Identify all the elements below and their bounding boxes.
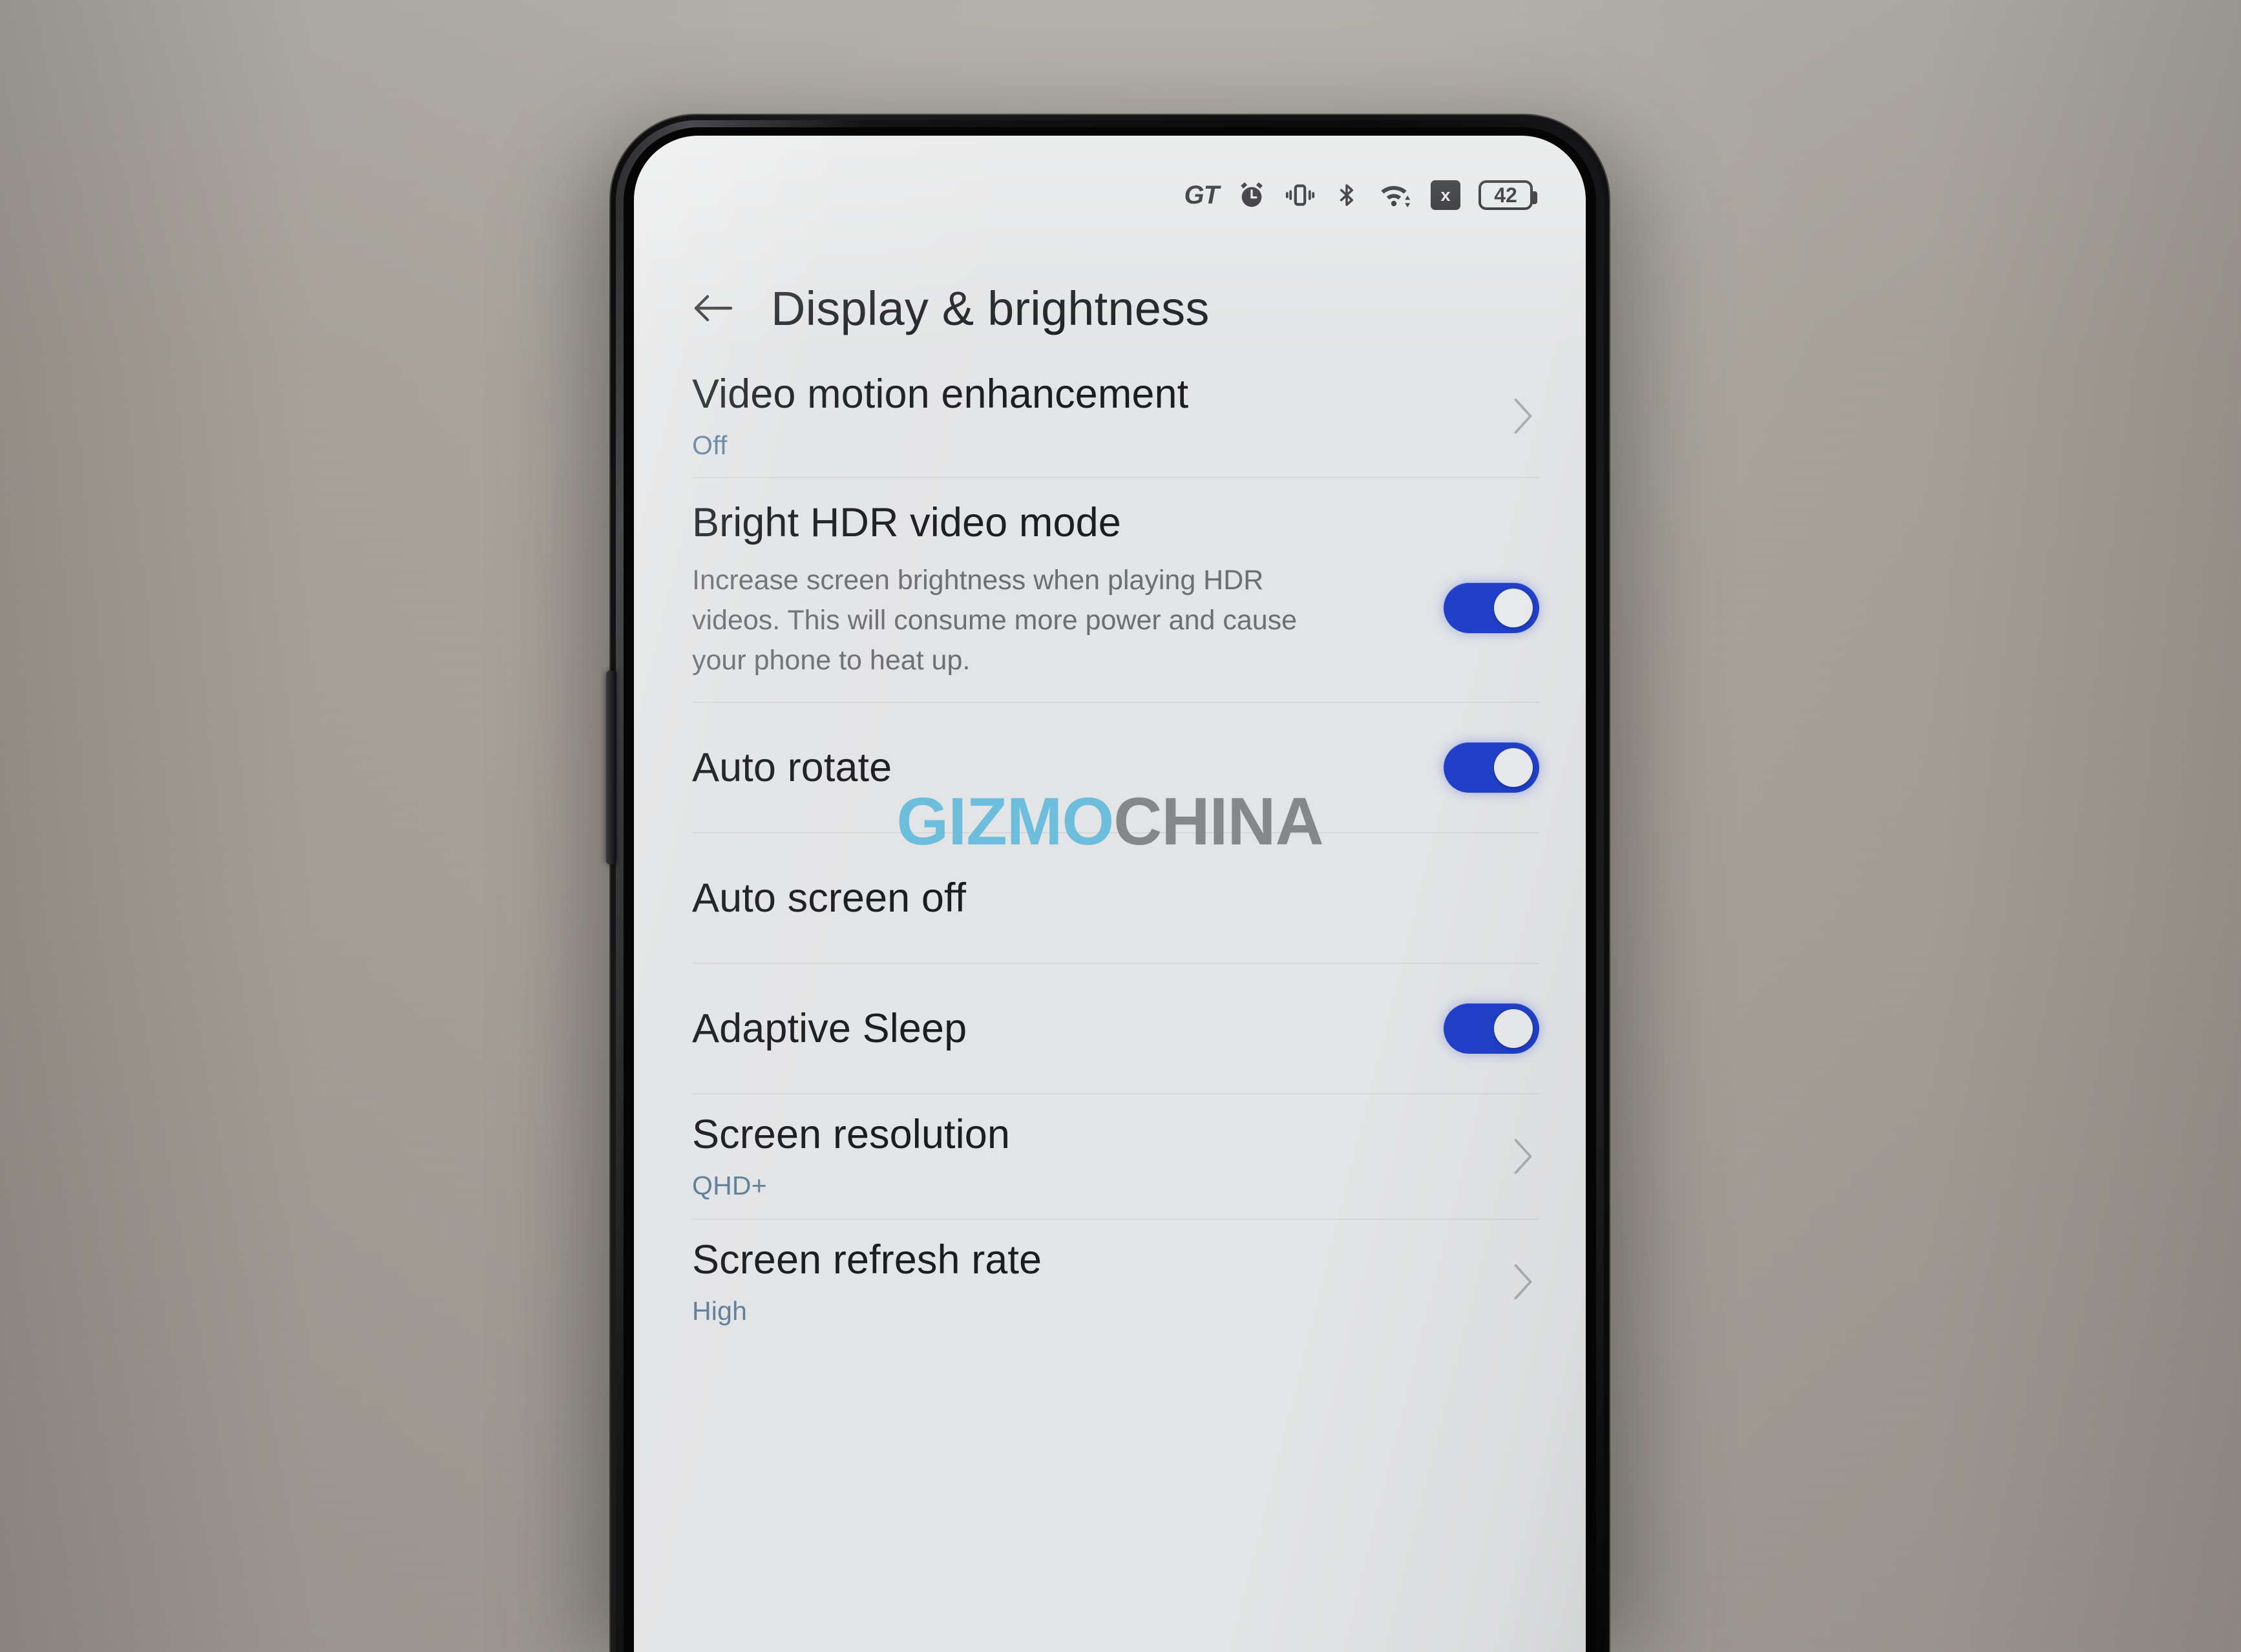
page-header: Display & brightness xyxy=(634,273,1586,344)
toggle-knob xyxy=(1494,748,1533,787)
toggle-bright-hdr-video-mode[interactable] xyxy=(1444,583,1539,633)
row-title: Auto screen off xyxy=(692,875,967,921)
row-subtitle: Off xyxy=(692,430,728,460)
setting-row-auto-screen-off[interactable]: Auto screen off xyxy=(634,833,1586,963)
row-text-block: Adaptive Sleep xyxy=(692,1006,967,1052)
row-text-block: Bright HDR video mode Increase screen br… xyxy=(692,500,1358,681)
page-title: Display & brightness xyxy=(771,281,1210,335)
setting-row-screen-refresh-rate[interactable]: Screen refresh rate High xyxy=(634,1220,1586,1344)
phone-screen: GT x 42 Display & brightness Video motio… xyxy=(634,136,1586,1652)
row-title: Auto rotate xyxy=(692,744,892,790)
row-text-block: Auto screen off xyxy=(692,875,966,921)
row-title: Screen refresh rate xyxy=(692,1237,1042,1283)
row-text-block: Auto rotate xyxy=(692,745,892,791)
row-title: Screen resolution xyxy=(692,1112,1010,1158)
wifi-icon xyxy=(1378,180,1413,211)
setting-row-auto-rotate[interactable]: Auto rotate xyxy=(634,703,1586,832)
row-subtitle: QHD+ xyxy=(692,1170,767,1200)
setting-row-video-motion-enhancement[interactable]: Video motion enhancement Off xyxy=(634,355,1586,477)
battery-level-text: 42 xyxy=(1494,183,1517,207)
power-button[interactable] xyxy=(606,671,616,864)
toggle-knob xyxy=(1494,1009,1533,1048)
row-subtitle: High xyxy=(692,1295,748,1326)
back-arrow-icon[interactable] xyxy=(692,293,733,324)
toggle-knob xyxy=(1494,589,1533,627)
row-text-block: Video motion enhancement Off xyxy=(692,371,1188,461)
chevron-right-icon[interactable] xyxy=(1511,1136,1535,1177)
gt-mode-indicator: GT xyxy=(1184,180,1219,209)
bluetooth-icon xyxy=(1334,179,1360,211)
row-title: Video motion enhancement xyxy=(692,371,1189,417)
row-text-block: Screen resolution QHD+ xyxy=(692,1112,1010,1201)
row-description: Increase screen brightness when playing … xyxy=(692,564,1298,676)
phone-device: GT x 42 Display & brightness Video motio… xyxy=(606,115,1609,1652)
no-sim-icon: x xyxy=(1431,180,1460,210)
settings-list: Video motion enhancement Off Bright HDR … xyxy=(634,355,1586,1652)
battery-indicator: 42 xyxy=(1478,180,1537,210)
chevron-right-icon[interactable] xyxy=(1511,395,1535,437)
row-title: Adaptive Sleep xyxy=(692,1005,967,1051)
setting-row-adaptive-sleep[interactable]: Adaptive Sleep xyxy=(634,964,1586,1093)
status-bar: GT x 42 xyxy=(1184,177,1537,213)
setting-row-screen-resolution[interactable]: Screen resolution QHD+ xyxy=(634,1094,1586,1218)
vibrate-icon xyxy=(1285,180,1316,211)
row-text-block: Screen refresh rate High xyxy=(692,1237,1042,1326)
setting-row-bright-hdr-video-mode[interactable]: Bright HDR video mode Increase screen br… xyxy=(634,478,1586,691)
row-title: Bright HDR video mode xyxy=(692,500,1121,545)
alarm-icon xyxy=(1237,180,1267,211)
chevron-right-icon[interactable] xyxy=(1511,1261,1535,1302)
toggle-auto-rotate[interactable] xyxy=(1444,742,1539,793)
toggle-adaptive-sleep[interactable] xyxy=(1444,1003,1539,1054)
